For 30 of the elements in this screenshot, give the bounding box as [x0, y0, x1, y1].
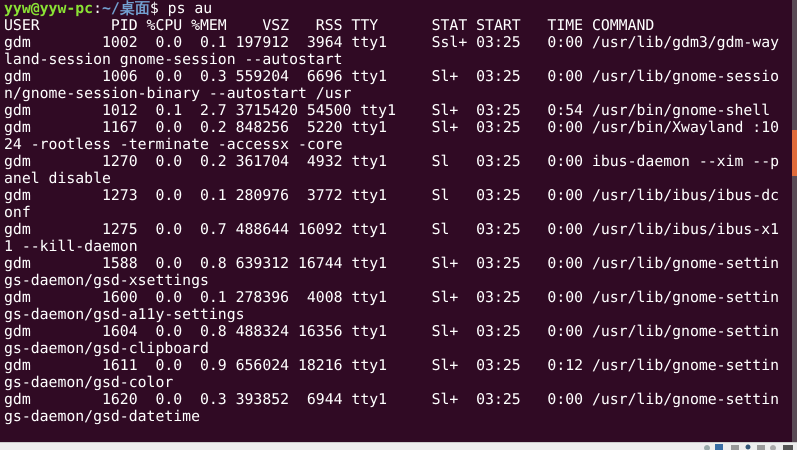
- output-line: gs-daemon/gsd-xsettings: [4, 272, 210, 289]
- scrollbar-track[interactable]: [792, 0, 797, 442]
- output-line: gdm 1006 0.0 0.3 559204 6696 tty1 Sl+ 03:25 0:00 /usr/lib/gnome-sessio: [4, 68, 780, 85]
- output-line: gdm 1588 0.0 0.8 639312 16744 tty1 Sl+ 03:25 0:00 /usr/lib/gnome-settin: [4, 255, 780, 272]
- prompt-path: ~/桌面: [102, 0, 150, 17]
- output-line: gdm 1600 0.0 0.1 278396 4008 tty1 Sl+ 03:25 0:00 /usr/lib/gnome-settin: [4, 289, 780, 306]
- output-line: anel disable: [4, 170, 112, 187]
- output-line: gs-daemon/gsd-color: [4, 374, 174, 391]
- output-line: land-session gnome-session --autostart: [4, 51, 344, 68]
- output-line: gdm 1620 0.0 0.3 393852 6944 tty1 Sl+ 03:25 0:00 /usr/lib/gnome-settin: [4, 391, 780, 408]
- output-line: gdm 1611 0.0 0.9 656024 18216 tty1 Sl+ 03:25 0:12 /usr/lib/gnome-settin: [4, 357, 780, 374]
- output-line: gdm 1604 0.0 0.8 488324 16356 tty1 Sl+ 03:25 0:00 /usr/lib/gnome-settin: [4, 323, 780, 340]
- output-line: onf: [4, 204, 32, 221]
- output-line: gs-daemon/gsd-datetime: [4, 408, 201, 425]
- output-line: gdm 1275 0.0 0.7 488644 16092 tty1 Sl 03:25 0:00 /usr/lib/ibus/ibus-x1: [4, 221, 780, 238]
- output-line: n/gnome-session-binary --autostart /usr: [4, 85, 352, 102]
- output-line: gdm 1012 0.1 2.7 3715420 54500 tty1 Sl+ 03:25 0:54 /usr/bin/gnome-shell: [4, 102, 772, 119]
- output-line: gs-daemon/gsd-clipboard: [4, 340, 210, 357]
- prompt-user-host: yyw@yyw-pc: [4, 0, 94, 17]
- output-line: 1 --kill-daemon: [4, 238, 139, 255]
- output-line: gs-daemon/gsd-a11y-settings: [4, 306, 246, 323]
- output-line: gdm 1002 0.0 0.1 197912 3964 tty1 Ssl+ 03:25 0:00 /usr/lib/gdm3/gdm-way: [4, 34, 780, 51]
- scrollbar-thumb[interactable]: [792, 130, 797, 176]
- output-line: 24 -rootless -terminate -accessx -core: [4, 136, 344, 153]
- output-line: USER PID %CPU %MEM VSZ RSS TTY STAT START TIME COMMAND: [4, 17, 656, 34]
- prompt-command: $ ps au: [150, 0, 212, 17]
- output-line: gdm 1273 0.0 0.1 280976 3772 tty1 Sl 03:25 0:00 /usr/lib/ibus/ibus-dc: [4, 187, 780, 204]
- prompt-separator: :: [93, 0, 102, 17]
- output-line: gdm 1167 0.0 0.2 848256 5220 tty1 Sl+ 03:25 0:00 /usr/bin/Xwayland :10: [4, 119, 780, 136]
- output-line: gdm 1270 0.0 0.2 361704 4932 tty1 Sl 03:25 0:00 ibus-daemon --xim --p: [4, 153, 780, 170]
